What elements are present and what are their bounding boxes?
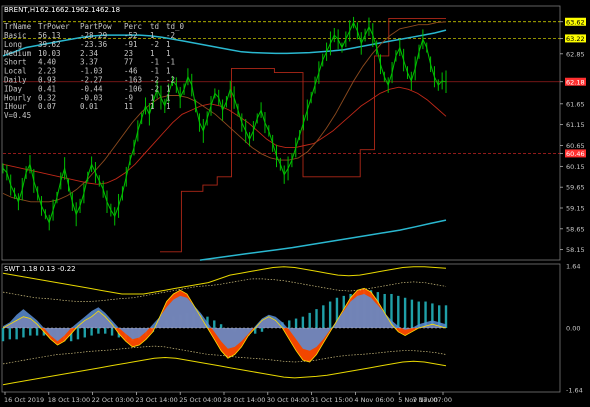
table-header-cell: PartPow (80, 22, 112, 31)
table-cell: -9 (124, 93, 133, 102)
price-tag-label: 62.18 (566, 78, 585, 86)
table-cell: 2.23 (38, 67, 56, 76)
price-axis-label: 61.15 (566, 121, 585, 129)
table-cell: 0.93 (38, 76, 56, 85)
trading-chart[interactable]: BRENT,H1 62.16 62.19 62.14 62.18 TrName T… (0, 0, 590, 407)
time-axis-label: 31 Oct 15:00 (311, 396, 353, 404)
ohlc-open: 62.16 (40, 6, 61, 14)
table-cell: 23 (124, 49, 133, 58)
table-cell: 11 (124, 102, 133, 111)
table-cell: Local (4, 67, 27, 76)
ohlc-low: 62.14 (80, 6, 101, 14)
table-cell: -2 (166, 76, 175, 85)
table-header-cell: TrName (4, 22, 32, 31)
price-axis-label: 60.65 (566, 142, 585, 150)
table-cell: 1 (150, 93, 155, 102)
table-cell: 1 (166, 49, 171, 58)
table-cell: -2 (150, 40, 159, 49)
table-cell: -91 (124, 40, 138, 49)
table-cell: -0.44 (80, 84, 103, 93)
table-cell: Hourly (4, 93, 32, 102)
ohlc-readout: 62.16 62.19 62.14 62.18 (40, 6, 120, 14)
table-cell: -106 (124, 84, 143, 93)
table-cell: 10.03 (38, 49, 61, 58)
table-cell: Daily (4, 76, 27, 85)
table-cell: -2 (150, 84, 159, 93)
table-cell: IHour (4, 102, 27, 111)
table-cell: 0.07 (38, 102, 56, 111)
time-axis-label: 22 Oct 03:00 (92, 396, 134, 404)
indicator-axis-label: -1.64 (566, 387, 583, 395)
time-axis-label: 7 Nov 07:00 (412, 396, 452, 404)
table-footer: V=0.45 (4, 111, 31, 120)
price-axis-label: 58.65 (566, 225, 585, 233)
time-axis-label: 28 Oct 14:00 (223, 396, 265, 404)
table-cell: -23.36 (80, 40, 108, 49)
time-axis-label: 18 Oct 13:00 (48, 396, 90, 404)
table-cell: 1 (166, 84, 171, 93)
table-cell: 4.40 (38, 58, 57, 67)
time-axis-label: 30 Oct 04:00 (267, 396, 309, 404)
table-cell: 77 (124, 58, 133, 67)
table-header-cell: td_0 (166, 22, 185, 31)
table-cell: -1.03 (80, 67, 103, 76)
indicator-axis-label: 0.00 (566, 325, 580, 333)
table-cell: 0.01 (80, 102, 98, 111)
table-cell: 39.62 (38, 40, 61, 49)
price-axis-label: 62.85 (566, 50, 585, 58)
table-cell: 1 (166, 93, 171, 102)
table-header-cell: TrPower (38, 22, 70, 31)
table-cell: -2.27 (80, 76, 103, 85)
time-axis-label: 16 Oct 2019 (4, 396, 44, 404)
price-axis-label: 61.65 (566, 100, 585, 108)
ohlc-close: 62.18 (100, 6, 120, 14)
table-cell: -1 (150, 67, 159, 76)
table-cell: 2.34 (80, 49, 99, 58)
table-cell: -2 (166, 31, 175, 40)
ohlc-high: 62.19 (60, 6, 80, 14)
indicator-label: SWT 1.18 0.13 -0.22 (4, 265, 76, 273)
table-cell: 1 (150, 49, 155, 58)
time-axis-label: 23 Oct 14:00 (135, 396, 177, 404)
table-cell: 1 (150, 102, 155, 111)
price-tag-label: 63.22 (566, 35, 585, 43)
table-cell: 1 (166, 40, 171, 49)
table-cell: 3.37 (80, 58, 98, 67)
table-cell: 56.13 (38, 31, 61, 40)
time-axis-label: 4 Nov 06:00 (354, 396, 394, 404)
price-tag-label: 63.62 (566, 18, 585, 26)
indicator-axis-label: 1.64 (566, 263, 580, 271)
table-cell: -28.29 (80, 31, 107, 40)
table-cell: 0.32 (38, 93, 56, 102)
price-axis-label: 59.15 (566, 205, 585, 213)
table-cell: -2 (150, 76, 159, 85)
price-axis-label: 58.15 (566, 246, 585, 254)
symbol-label: BRENT,H1 (4, 6, 40, 14)
table-cell: 1 (166, 102, 171, 111)
table-cell: -1 (150, 58, 159, 67)
table-cell: Medium (4, 49, 32, 58)
table-cell: 1 (166, 67, 171, 76)
price-axis-label: 60.15 (566, 163, 585, 171)
table-header-cell: Perc (124, 22, 142, 31)
table-cell: -163 (124, 76, 142, 85)
table-cell: -46 (124, 67, 138, 76)
table-cell: Basic (4, 31, 27, 40)
table-header-cell: td (150, 22, 159, 31)
table-cell: -52 (124, 31, 138, 40)
table-cell: 1 (150, 31, 155, 40)
table-cell: -1 (166, 58, 175, 67)
table-cell: Long (4, 40, 22, 49)
table-cell: Short (4, 58, 27, 67)
table-cell: 0.41 (38, 84, 56, 93)
price-axis-label: 59.65 (566, 184, 585, 192)
table-cell: -0.03 (80, 93, 103, 102)
price-tag-label: 60.46 (566, 150, 585, 158)
time-axis-label: 25 Oct 04:00 (179, 396, 221, 404)
table-cell: IDay (4, 84, 23, 93)
